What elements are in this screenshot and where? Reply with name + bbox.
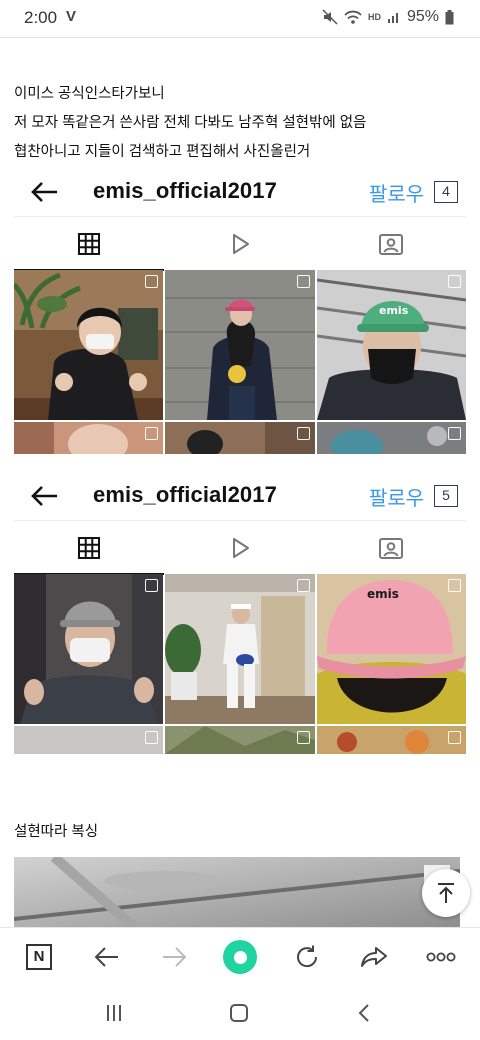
more-button[interactable] — [421, 937, 461, 977]
post-line: 저 모자 똑같은거 쓴사람 전체 다봐도 남주혁 설현밖에 없음 — [14, 115, 367, 131]
follow-button: 팔로우 — [369, 488, 425, 510]
green-dot-button[interactable] — [220, 937, 260, 977]
system-navbar — [0, 985, 480, 1040]
photo-grid: emis — [14, 270, 466, 454]
grid-photo — [317, 726, 466, 754]
select-checkbox-icon — [145, 275, 158, 288]
arrow-up-icon — [438, 883, 454, 903]
grid-photo — [14, 270, 163, 420]
select-checkbox-icon — [448, 731, 461, 744]
photo-grid: emis — [14, 574, 466, 754]
select-checkbox-icon — [297, 579, 310, 592]
green-dot-icon — [223, 940, 257, 974]
grid-photo — [14, 726, 163, 754]
image-number-badge: 4 — [434, 181, 458, 203]
grid-photo — [165, 422, 315, 454]
share-button[interactable] — [354, 937, 394, 977]
tagged-tab — [316, 521, 466, 575]
tagged-icon — [379, 234, 403, 255]
svg-text:emis: emis — [367, 587, 399, 601]
browser-toolbar: N — [0, 927, 480, 985]
refresh-button[interactable] — [287, 937, 327, 977]
back-icon — [358, 1004, 369, 1022]
profile-tabs — [14, 520, 466, 575]
select-checkbox-icon — [297, 275, 310, 288]
grid-photo — [165, 726, 315, 754]
back-arrow-icon — [31, 182, 57, 202]
refresh-icon — [297, 945, 318, 968]
profile-username: emis_official2017 — [93, 482, 277, 507]
grid-photo — [14, 422, 163, 454]
home-button[interactable] — [219, 999, 259, 1027]
more-icon — [426, 952, 456, 962]
back-arrow-icon — [31, 486, 57, 506]
grid-icon — [78, 537, 100, 559]
reels-tab — [165, 521, 315, 575]
select-checkbox-icon — [297, 731, 310, 744]
home-icon — [230, 1004, 248, 1022]
reels-icon — [233, 538, 249, 558]
tagged-icon — [379, 538, 403, 559]
recent-apps-button[interactable] — [94, 999, 134, 1027]
profile-header: emis_official2017 팔로우 5 — [14, 474, 466, 520]
back-button[interactable] — [87, 937, 127, 977]
select-checkbox-icon — [145, 731, 158, 744]
wifi-icon — [344, 10, 362, 24]
reels-icon — [233, 234, 249, 254]
follow-button: 팔로우 — [369, 184, 425, 206]
carrier-icon: V — [66, 8, 77, 25]
profile-tabs — [14, 216, 466, 271]
boxing-photo[interactable] — [14, 857, 460, 927]
grid-photo: emis — [317, 574, 466, 724]
select-checkbox-icon — [297, 427, 310, 440]
naver-home-icon: N — [26, 944, 52, 970]
status-time: 2:00 — [24, 8, 58, 27]
status-bar: 2:00 V HD 95% — [0, 0, 480, 38]
recent-apps-icon — [107, 1005, 121, 1021]
signal-icon — [387, 13, 398, 23]
select-checkbox-icon — [448, 579, 461, 592]
forward-icon — [163, 947, 187, 967]
instagram-capture-2[interactable]: emis_official2017 팔로우 5 emis — [14, 474, 466, 756]
grid-photo: emis — [317, 270, 466, 420]
grid-photo — [165, 270, 315, 420]
select-checkbox-icon — [145, 427, 158, 440]
system-back-button[interactable] — [344, 999, 384, 1027]
select-checkbox-icon — [448, 427, 461, 440]
grid-photo — [317, 422, 466, 454]
hd-voice-icon: HD — [367, 12, 381, 22]
mute-icon — [322, 9, 338, 25]
post-body: 이미스 공식인스타가보니 저 모자 똑같은거 쓴사람 전체 다봐도 남주혁 설현… — [14, 80, 464, 167]
select-checkbox-icon — [448, 275, 461, 288]
naver-home-button[interactable]: N — [19, 937, 59, 977]
image-number-badge: 5 — [434, 485, 458, 507]
scroll-to-top-button[interactable] — [422, 869, 470, 917]
post-line: 협찬아니고 지들이 검색하고 편집해서 사진올린거 — [14, 144, 311, 160]
section-caption: 설현따라 복싱 — [14, 824, 99, 840]
profile-username: emis_official2017 — [93, 178, 277, 203]
tagged-tab — [316, 217, 466, 271]
grid-tab — [14, 217, 164, 271]
forward-button[interactable] — [154, 937, 194, 977]
reels-tab — [165, 217, 315, 271]
select-checkbox-icon — [145, 579, 158, 592]
grid-photo — [165, 574, 315, 724]
instagram-capture-1[interactable]: emis_official2017 팔로우 4 emis — [14, 170, 466, 456]
status-icons: HD 95% — [322, 8, 454, 26]
profile-header: emis_official2017 팔로우 4 — [14, 170, 466, 216]
post-line: 이미스 공식인스타가보니 — [14, 86, 165, 102]
battery-percent: 95% — [406, 8, 439, 25]
share-icon — [361, 947, 387, 967]
battery-icon — [445, 9, 454, 24]
svg-text:emis: emis — [379, 304, 409, 317]
grid-icon — [78, 233, 100, 255]
grid-tab — [14, 521, 164, 575]
back-icon — [94, 947, 118, 967]
grid-photo — [14, 574, 163, 724]
